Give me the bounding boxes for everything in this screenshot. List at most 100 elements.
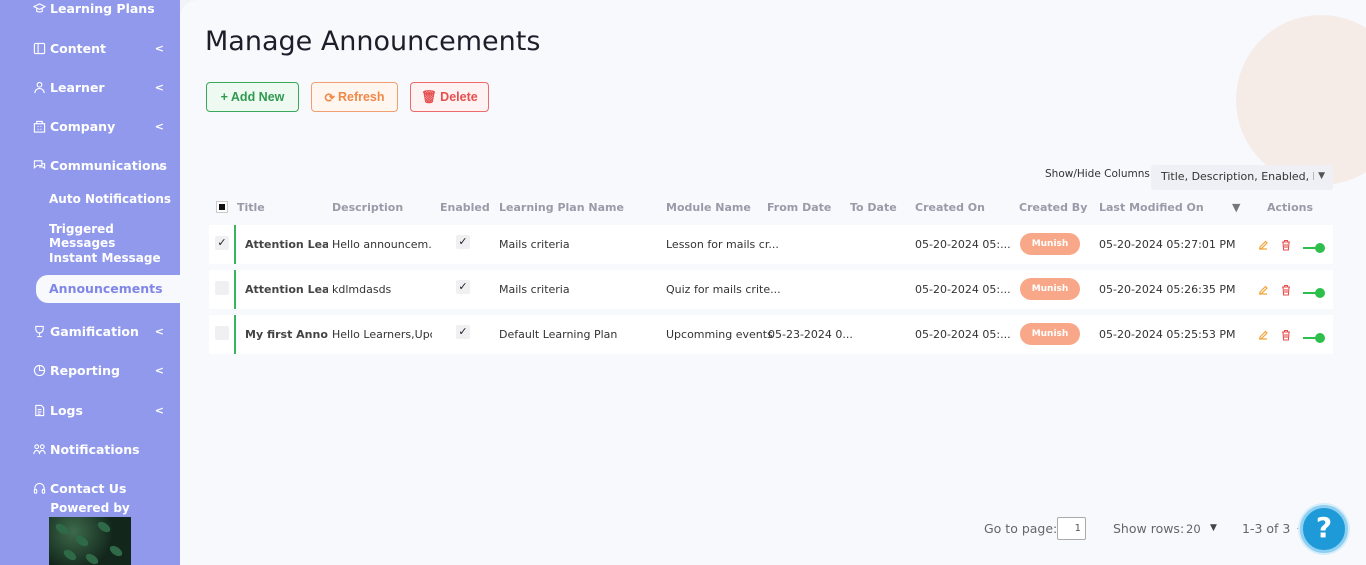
sidebar-item-logs[interactable]: Logs < <box>0 395 180 425</box>
cell-last-modified: 05-20-2024 05:26:35 PM <box>1099 283 1236 296</box>
page-number-input[interactable]: 1 <box>1057 517 1086 540</box>
enable-toggle[interactable] <box>1303 243 1325 253</box>
cell-title: Attention Learne <box>245 238 328 251</box>
help-button[interactable]: ? <box>1300 505 1348 553</box>
cell-last-modified: 05-20-2024 05:27:01 PM <box>1099 238 1236 251</box>
company-icon <box>32 119 46 133</box>
column-header-created-by[interactable]: Created By <box>1019 201 1087 214</box>
submenu-instant-message[interactable]: Instant Message <box>49 251 161 265</box>
cell-description: Hello Learners,Upc... <box>332 328 432 341</box>
row-accent-bar <box>234 225 236 264</box>
sidebar-item-communications[interactable]: Communications ⌄ <box>0 150 180 180</box>
column-header-last-modified-on[interactable]: Last Modified On <box>1099 201 1204 214</box>
edit-icon[interactable] <box>1257 329 1269 341</box>
show-hide-columns-select[interactable]: Title, Description, Enabled, L ▼ <box>1151 165 1333 190</box>
created-by-badge: Munish <box>1020 233 1080 255</box>
delete-icon[interactable] <box>1280 329 1292 341</box>
table-row[interactable]: Attention Learne kdlmdasds ✓ Mails crite… <box>209 270 1333 309</box>
chevron-left-icon: < <box>154 324 164 338</box>
sidebar-item-notifications[interactable]: Notifications <box>0 434 180 464</box>
cell-description: kdlmdasds <box>332 283 392 296</box>
cell-module: Upcomming events <box>666 328 773 341</box>
row-checkbox[interactable] <box>215 281 229 295</box>
cell-created-on: 05-20-2024 05:... <box>915 328 1011 341</box>
contact-icon <box>32 481 46 495</box>
edit-icon[interactable] <box>1257 239 1269 251</box>
table-row[interactable]: ✓ Attention Learne Hello announcem... ✓ … <box>209 225 1333 264</box>
chevron-left-icon: < <box>154 41 164 55</box>
refresh-icon: ⟳ <box>324 90 335 105</box>
submenu-triggered-messages[interactable]: Triggered Messages <box>49 222 180 250</box>
created-by-badge: Munish <box>1020 278 1080 300</box>
sidebar-item-learner[interactable]: Learner < <box>0 72 180 102</box>
chevron-left-icon: < <box>154 403 164 417</box>
cell-created-on: 05-20-2024 05:... <box>915 283 1011 296</box>
chevron-left-icon: < <box>154 119 164 133</box>
cell-last-modified: 05-20-2024 05:25:53 PM <box>1099 328 1236 341</box>
enable-toggle[interactable] <box>1303 333 1325 343</box>
cell-learning-plan: Default Learning Plan <box>499 328 618 341</box>
show-hide-columns-label: Show/Hide Columns: <box>1045 168 1154 180</box>
communications-submenu: Auto Notifications Triggered Messages In… <box>0 182 180 274</box>
company-logo-image <box>49 517 131 565</box>
cell-module: Lesson for mails cr... <box>666 238 779 251</box>
enable-toggle[interactable] <box>1303 288 1325 298</box>
delete-button[interactable]: 🗑 Delete <box>410 82 489 112</box>
cell-from-date: 05-23-2024 0... <box>768 328 853 341</box>
row-accent-bar <box>234 270 236 309</box>
created-by-badge: Munish <box>1020 323 1080 345</box>
delete-icon[interactable] <box>1280 239 1292 251</box>
sidebar-item-contact-us[interactable]: Contact Us <box>0 473 180 503</box>
cell-created-on: 05-20-2024 05:... <box>915 238 1011 251</box>
add-new-button[interactable]: + Add New <box>206 82 299 112</box>
row-checkbox[interactable] <box>215 326 229 340</box>
notifications-icon <box>32 442 46 456</box>
sidebar-item-learning-plans[interactable]: Learning Plans <box>0 0 180 23</box>
sidebar-item-content[interactable]: Content < <box>0 33 180 63</box>
edit-icon[interactable] <box>1257 284 1269 296</box>
column-header-description[interactable]: Description <box>332 201 403 214</box>
column-header-to-date[interactable]: To Date <box>850 201 897 214</box>
logs-icon <box>32 403 46 417</box>
learner-icon <box>32 80 46 94</box>
sidebar-item-announcements[interactable]: Announcements <box>36 275 196 303</box>
cell-learning-plan: Mails criteria <box>499 238 570 251</box>
caret-down-icon[interactable]: ▼ <box>1210 523 1217 533</box>
select-all-checkbox[interactable] <box>216 201 228 213</box>
enabled-checkbox[interactable]: ✓ <box>456 235 470 249</box>
show-rows-label: Show rows: <box>1113 521 1185 536</box>
page-title: Manage Announcements <box>205 26 541 57</box>
caret-down-icon: ▼ <box>1314 171 1325 181</box>
go-to-page-label: Go to page: <box>984 521 1058 536</box>
cell-title: My first Announc <box>245 328 328 341</box>
cell-description: Hello announcem... <box>332 238 432 251</box>
column-header-module-name[interactable]: Module Name <box>666 201 751 214</box>
reporting-icon <box>32 363 46 377</box>
chevron-left-icon: < <box>154 363 164 377</box>
cell-learning-plan: Mails criteria <box>499 283 570 296</box>
content-icon <box>32 41 46 55</box>
submenu-auto-notifications[interactable]: Auto Notifications <box>49 192 171 206</box>
sidebar-item-gamification[interactable]: Gamification < <box>0 316 180 346</box>
column-header-from-date[interactable]: From Date <box>767 201 831 214</box>
rows-per-page-select[interactable]: 20 <box>1186 522 1201 536</box>
powered-by-label: Powered by <box>50 501 130 515</box>
delete-icon[interactable] <box>1280 284 1292 296</box>
column-header-learning-plan-name[interactable]: Learning Plan Name <box>499 201 624 214</box>
table-row[interactable]: My first Announc Hello Learners,Upc... ✓… <box>209 315 1333 354</box>
sort-desc-icon[interactable]: ▼ <box>1232 201 1240 214</box>
column-header-actions: Actions <box>1267 201 1313 214</box>
learning-plans-icon <box>32 1 46 15</box>
enabled-checkbox[interactable]: ✓ <box>456 280 470 294</box>
sidebar-item-company[interactable]: Company < <box>0 111 180 141</box>
decorative-circle <box>1236 15 1366 185</box>
column-header-title[interactable]: Title <box>237 201 265 214</box>
column-header-enabled[interactable]: Enabled <box>440 201 490 214</box>
cell-module: Quiz for mails crite... <box>666 283 781 296</box>
refresh-button[interactable]: ⟳ Refresh <box>311 82 398 112</box>
row-checkbox[interactable]: ✓ <box>215 236 229 250</box>
enabled-checkbox[interactable]: ✓ <box>456 325 470 339</box>
sidebar-item-reporting[interactable]: Reporting < <box>0 355 180 385</box>
chevron-down-icon: ⌄ <box>154 158 164 172</box>
column-header-created-on[interactable]: Created On <box>915 201 985 214</box>
